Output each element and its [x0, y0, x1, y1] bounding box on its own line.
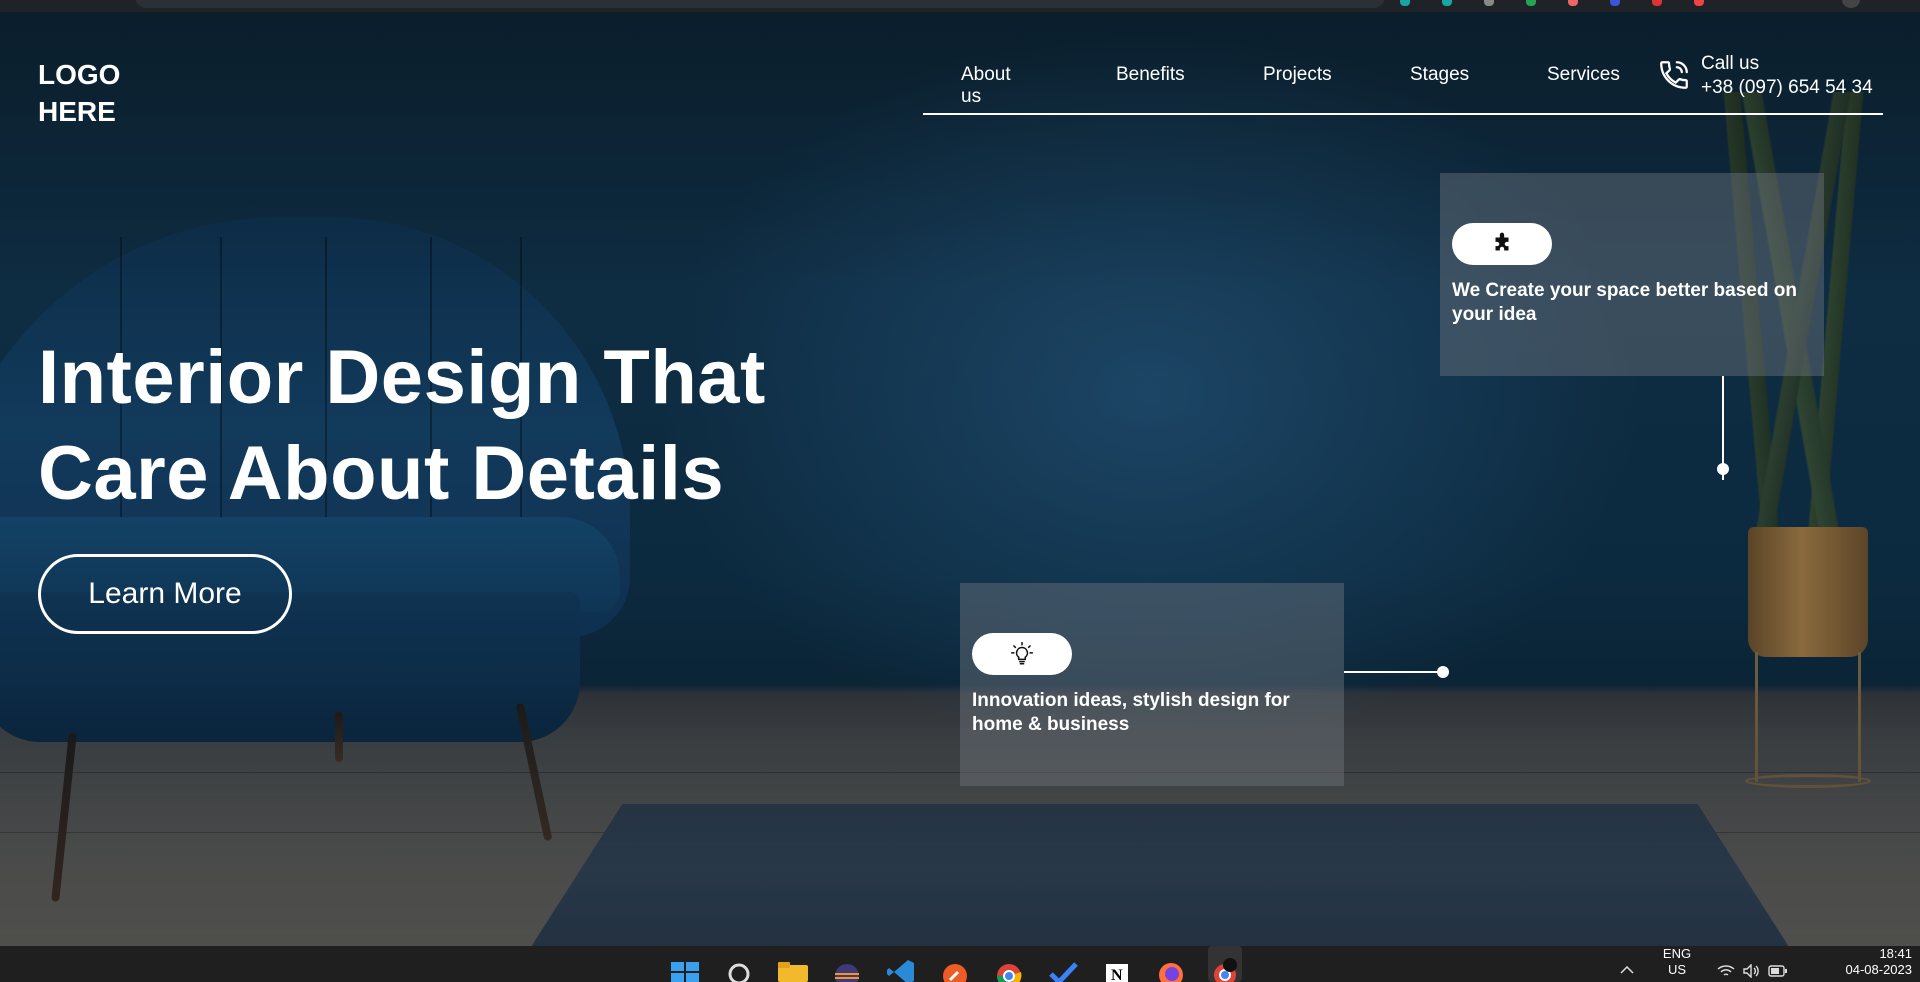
firefox-icon[interactable]	[1154, 946, 1188, 982]
hero-section: LOGO HERE About us Benefits Projects Sta…	[0, 12, 1920, 946]
hotspot-dot[interactable]	[1717, 463, 1729, 475]
region-label: US	[1667, 962, 1687, 977]
search-icon[interactable]	[722, 946, 756, 982]
windows-start-icon[interactable]	[668, 946, 702, 982]
card-text: Innovation ideas, stylish design for hom…	[972, 690, 1290, 735]
lightbulb-icon	[1010, 641, 1034, 665]
phone-number[interactable]: +38 (097) 654 54 34	[1701, 76, 1873, 100]
vscode-icon[interactable]	[884, 946, 918, 982]
svg-text:N: N	[1111, 967, 1123, 982]
card-icon-pill	[972, 633, 1072, 675]
phone-icon	[1660, 61, 1688, 89]
taskbar-apps: N	[668, 946, 1262, 982]
tray-status-icons[interactable]	[1712, 946, 1792, 982]
feature-card-innovation: Innovation ideas, stylish design for hom…	[960, 583, 1344, 786]
language-label: ENG	[1662, 946, 1692, 961]
card-text: We Create your space better based on you…	[1452, 280, 1797, 325]
clock[interactable]: 18:41 04-08-2023	[1792, 946, 1913, 978]
chevron-up-icon[interactable]	[1612, 946, 1642, 982]
clock-time: 18:41	[1879, 946, 1912, 961]
chrome-profile-icon[interactable]	[1208, 946, 1242, 982]
profile-avatar[interactable]	[1842, 0, 1860, 8]
browser-extensions	[1400, 0, 1704, 8]
file-explorer-icon[interactable]	[776, 946, 810, 982]
connector-line	[1344, 671, 1444, 673]
nav-projects[interactable]: Projects	[1263, 64, 1332, 86]
puzzle-icon	[1495, 232, 1509, 251]
system-tray: ENG US 18:41 04-08-2023	[1612, 946, 1920, 982]
battery-icon	[1768, 965, 1787, 977]
nav-benefits[interactable]: Benefits	[1116, 64, 1185, 86]
language-indicator[interactable]: ENG US	[1652, 946, 1702, 978]
volume-icon	[1743, 964, 1759, 978]
headline-line-1: Interior Design That	[38, 335, 766, 420]
card-icon-pill	[1452, 223, 1552, 265]
nav-divider	[923, 113, 1883, 115]
chrome-icon[interactable]	[992, 946, 1026, 982]
nav-stages[interactable]: Stages	[1410, 64, 1469, 86]
clock-date: 04-08-2023	[1845, 962, 1913, 977]
taskbar: N ENG US 18:41 04-08-2023	[0, 946, 1920, 982]
postman-icon[interactable]	[938, 946, 972, 982]
nav-about-us[interactable]: About us	[961, 64, 1011, 108]
call-label: Call us	[1701, 53, 1760, 74]
address-bar[interactable]	[135, 0, 1385, 8]
eclipse-icon[interactable]	[830, 946, 864, 982]
feature-card-idea: We Create your space better based on you…	[1440, 173, 1824, 376]
nav-services[interactable]: Services	[1547, 64, 1620, 86]
browser-toolbar	[0, 0, 1920, 12]
headline-line-2: Care About Details	[38, 431, 725, 516]
call-us[interactable]: Call us +38 (097) 654 54 34	[1657, 52, 1873, 100]
notion-icon[interactable]: N	[1100, 946, 1134, 982]
logo[interactable]: LOGO HERE	[38, 56, 138, 130]
todo-icon[interactable]	[1046, 946, 1080, 982]
learn-more-button[interactable]: Learn More	[38, 554, 292, 634]
hero-headline: Interior Design That Care About Details	[38, 330, 858, 522]
wifi-icon	[1717, 965, 1735, 976]
hotspot-dot[interactable]	[1437, 666, 1449, 678]
